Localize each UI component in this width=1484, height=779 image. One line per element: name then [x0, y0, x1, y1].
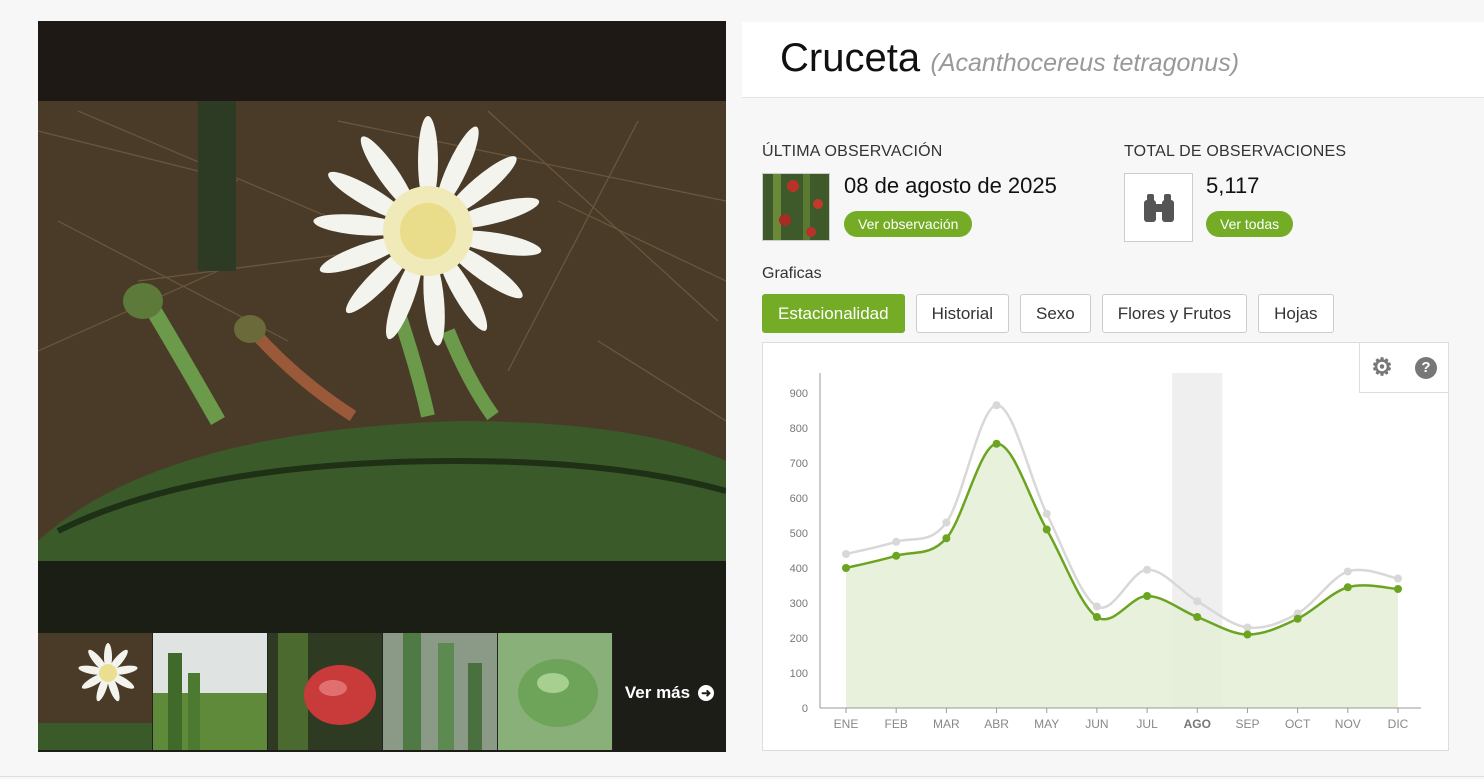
last-observation-thumbnail[interactable]	[762, 173, 830, 241]
view-observation-button[interactable]: Ver observación	[844, 211, 973, 237]
seasonality-chart: 0 100 200 300 400 500 600 700 800 900 ENE FEB MAR ABR…	[762, 342, 1449, 751]
data-point-0-jul	[1143, 565, 1152, 574]
thumbnail-plant[interactable]	[153, 633, 268, 750]
x-tick-label: AGO	[1184, 717, 1211, 731]
photo-viewer: Ver más ➜	[38, 21, 726, 752]
x-tick-label: SEP	[1235, 717, 1259, 731]
last-observation-label: ÚLTIMA OBSERVACIÓN	[762, 143, 943, 160]
data-point-0-mar	[942, 518, 951, 527]
y-tick-label: 100	[790, 668, 808, 680]
x-tick-label: JUL	[1136, 717, 1158, 731]
data-point-1-ene	[842, 564, 850, 572]
main-photo[interactable]	[38, 21, 726, 633]
chart-tabs: Estacionalidad Historial Sexo Flores y F…	[762, 294, 1334, 333]
view-all-button[interactable]: Ver todas	[1206, 211, 1294, 237]
last-observation-date: 08 de agosto de 2025	[844, 173, 1057, 198]
x-tick-label: FEB	[885, 717, 908, 731]
see-more-label: Ver más	[624, 682, 691, 702]
thumbnail-red-fruit[interactable]	[268, 633, 383, 750]
thumbnail-strip: Ver más ➜	[38, 633, 726, 752]
y-tick-label: 900	[790, 388, 808, 400]
thumbnail-flower[interactable]	[38, 633, 153, 750]
tab-flowers-fruits[interactable]: Flores y Frutos	[1101, 294, 1248, 333]
x-tick-label: JUN	[1085, 717, 1108, 731]
y-tick-label: 800	[790, 423, 808, 435]
gear-icon[interactable]: ⚙	[1371, 354, 1393, 381]
help-circle-icon[interactable]: ?	[1415, 356, 1437, 379]
data-point-0-nov	[1343, 567, 1352, 576]
thumbnail-green-fruit[interactable]	[498, 633, 613, 750]
y-tick-label: 700	[790, 458, 808, 470]
data-point-0-abr	[992, 401, 1001, 410]
data-point-0-ago	[1193, 597, 1202, 606]
x-tick-label: ENE	[834, 717, 859, 731]
tab-leaves[interactable]: Hojas	[1258, 294, 1334, 333]
total-observations-stat: TOTAL DE OBSERVACIONES 5,117 Ver todas	[1124, 143, 1347, 242]
tab-history[interactable]: Historial	[915, 294, 1009, 333]
data-point-1-may	[1042, 525, 1051, 534]
data-point-1-mar	[942, 534, 951, 543]
total-observations-count: 5,117	[1206, 173, 1260, 198]
y-tick-label: 0	[802, 703, 808, 715]
data-point-0-sep	[1243, 623, 1252, 632]
data-point-1-sep	[1243, 630, 1252, 639]
data-point-1-abr	[992, 439, 1001, 448]
last-observation-stat: ÚLTIMA OBSERVACIÓN 08 de agosto de 2025 …	[762, 143, 1057, 241]
chart-toolbar: ⚙ ?	[1359, 343, 1448, 393]
x-tick-label: NOV	[1335, 717, 1361, 731]
chart-svg: 0 100 200 300 400 500 600 700 800 900 ENE FEB MAR ABR…	[790, 373, 1421, 731]
scientific-name: (Acanthocereus tetragonus)	[930, 49, 1240, 77]
binoculars-icon	[1124, 173, 1193, 242]
data-point-1-jun	[1092, 613, 1101, 621]
data-point-1-feb	[892, 551, 901, 560]
y-tick-label: 600	[790, 493, 808, 505]
data-point-0-jun	[1092, 602, 1101, 611]
data-point-1-ago	[1193, 613, 1202, 621]
charts-section-label: Graficas	[762, 265, 822, 282]
thumbnail-columnar-cactus[interactable]	[383, 633, 498, 750]
data-point-1-nov	[1343, 583, 1352, 592]
y-tick-label: 400	[790, 563, 808, 575]
data-point-0-feb	[892, 537, 901, 546]
tab-sex[interactable]: Sexo	[1019, 294, 1091, 333]
data-point-0-may	[1042, 509, 1051, 518]
arrow-right-circle-icon: ➜	[698, 684, 715, 701]
y-tick-label: 500	[790, 528, 808, 540]
x-tick-label: OCT	[1285, 717, 1311, 731]
x-tick-label: DIC	[1388, 717, 1409, 731]
tab-seasonality[interactable]: Estacionalidad	[762, 294, 905, 333]
data-point-1-jul	[1143, 592, 1152, 600]
x-tick-label: MAR	[933, 717, 960, 731]
y-tick-label: 300	[790, 598, 808, 610]
data-point-0-dic	[1394, 574, 1402, 583]
common-name: Cruceta	[780, 36, 921, 80]
see-more-photos-link[interactable]: Ver más ➜	[613, 633, 726, 752]
cactus-flower-photo	[38, 21, 726, 633]
page-divider	[0, 776, 1484, 777]
series-area-1	[846, 443, 1398, 708]
total-observations-label: TOTAL DE OBSERVACIONES	[1124, 143, 1347, 160]
data-point-0-ene	[842, 550, 850, 558]
y-tick-label: 200	[790, 633, 808, 645]
taxon-header: Cruceta (Acanthocereus tetragonus)	[742, 22, 1484, 98]
taxon-title: Cruceta (Acanthocereus tetragonus)	[780, 36, 1239, 81]
data-point-1-oct	[1293, 614, 1302, 623]
data-point-1-dic	[1394, 585, 1402, 593]
x-tick-label: ABR	[984, 717, 1009, 731]
x-tick-label: MAY	[1034, 717, 1059, 731]
